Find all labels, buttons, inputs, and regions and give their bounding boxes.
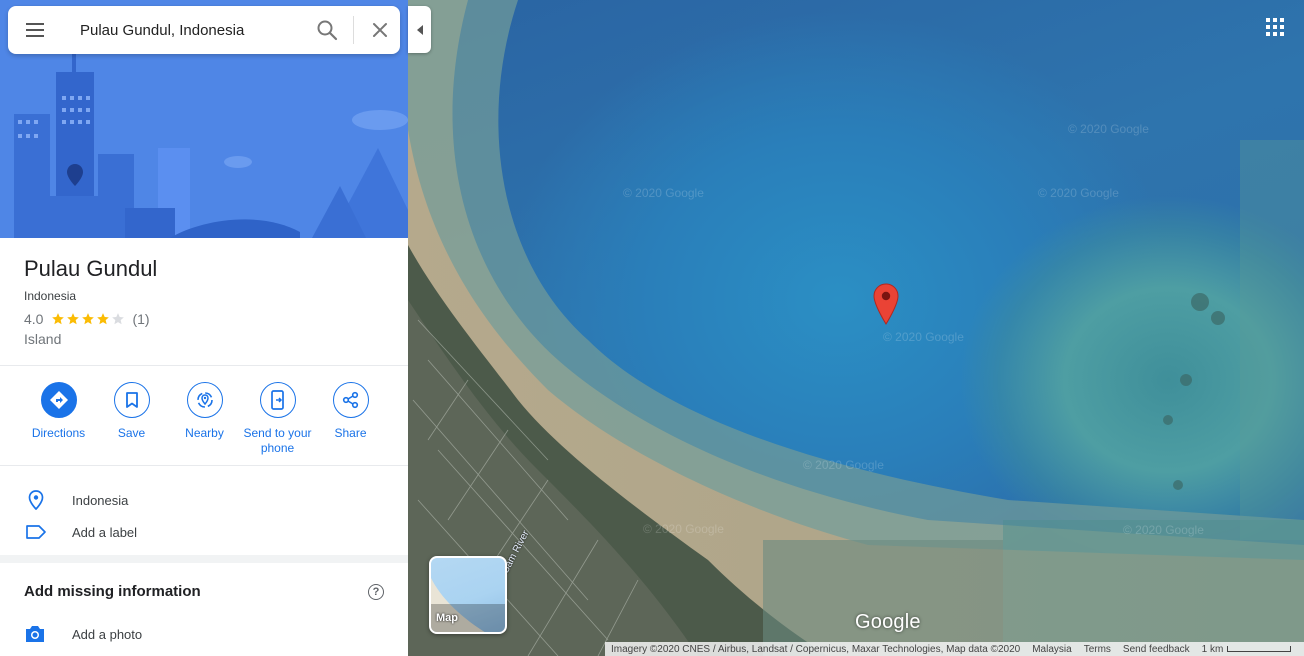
rating-row[interactable]: 4.0 (1) [24,311,384,327]
add-photo-text: Add a photo [72,626,143,642]
layers-toggle[interactable]: Map [429,556,507,634]
caret-left-icon [416,24,423,35]
google-logo: Google [855,611,921,633]
region-link[interactable]: Malaysia [1026,644,1077,655]
share-button[interactable]: Share [314,382,387,465]
action-label: Nearby [185,426,224,440]
place-subtitle: Indonesia [24,289,77,303]
search-input[interactable]: Pulau Gundul, Indonesia [80,22,305,39]
add-label-text: Add a label [72,524,138,540]
map-watermark: © 2020 Google [883,330,964,344]
collapse-panel-button[interactable] [408,6,431,53]
star-empty-icon [112,313,125,325]
camera-icon [26,626,44,642]
info-row-label[interactable]: Add a label [24,516,408,548]
add-photo-row[interactable]: Add a photo [24,624,384,644]
action-bar: Directions Save Nearby Send to your phon… [0,366,408,466]
search-icon[interactable] [315,18,339,42]
star-filled-icon [52,313,65,325]
map-watermark: © 2020 Google [643,522,724,536]
action-label: Send to your phone [243,426,312,455]
star-filled-icon [67,313,80,325]
scale-bar [1227,646,1292,652]
location-text: Indonesia [72,492,129,508]
map-watermark: © 2020 Google [1123,523,1204,537]
missing-info-title: Add missing information [24,583,201,600]
star-filled-icon [97,313,110,325]
map-watermark: © 2020 Google [803,458,884,472]
menu-icon[interactable] [26,22,48,38]
share-icon [332,382,369,418]
rating-value: 4.0 [24,311,44,327]
scale-label: 1 km [1201,643,1224,655]
search-divider [353,16,354,44]
directions-icon [40,382,77,418]
send-to-phone-icon [259,382,296,418]
send-feedback-link[interactable]: Send feedback [1117,644,1196,655]
missing-info-section: Add missing information ? Add a photo [0,563,408,644]
send-to-phone-button[interactable]: Send to your phone [241,382,314,465]
layers-label: Map [436,612,458,624]
terms-link[interactable]: Terms [1078,644,1117,655]
imagery-attribution: Imagery ©2020 CNES / Airbus, Landsat / C… [611,643,1021,655]
maps-app: © 2020 Google © 2020 Google © 2020 Googl… [0,0,1304,656]
star-rating [51,312,126,326]
label-icon [24,520,48,544]
info-list: Indonesia Add a label [0,466,408,563]
action-label: Directions [31,426,86,440]
review-count[interactable]: (1) [132,311,149,327]
apps-grid-icon[interactable] [1266,18,1286,38]
info-row-location[interactable]: Indonesia [24,484,408,516]
map-watermark: © 2020 Google [1068,122,1149,136]
search-box[interactable]: Pulau Gundul, Indonesia [8,6,400,54]
location-pin-icon [24,488,48,512]
help-icon[interactable]: ? [368,583,384,600]
map-canvas[interactable]: © 2020 Google © 2020 Google © 2020 Googl… [408,0,1304,656]
map-watermark: © 2020 Google [1038,186,1119,200]
directions-button[interactable]: Directions [22,382,95,465]
satellite-terrain [408,0,1304,656]
location-pin-icon[interactable] [873,283,899,325]
nearby-button[interactable]: Nearby [168,382,241,465]
close-icon[interactable] [368,18,392,42]
bookmark-icon [113,382,150,418]
place-header: Pulau Gundul Indonesia 4.0 (1) Island [0,238,408,366]
place-panel: Pulau Gundul, Indonesia Pulau Gundul Ind… [0,0,408,656]
place-title: Pulau Gundul [24,256,158,281]
action-label: Share [334,426,367,440]
save-button[interactable]: Save [95,382,168,465]
map-watermark: © 2020 Google [623,186,704,200]
scale-control[interactable]: 1 km [1196,644,1298,655]
nearby-icon [186,382,223,418]
action-label: Save [117,426,146,440]
star-filled-icon [82,313,95,325]
place-type[interactable]: Island [24,331,384,347]
map-footer: Imagery ©2020 CNES / Airbus, Landsat / C… [605,642,1304,656]
